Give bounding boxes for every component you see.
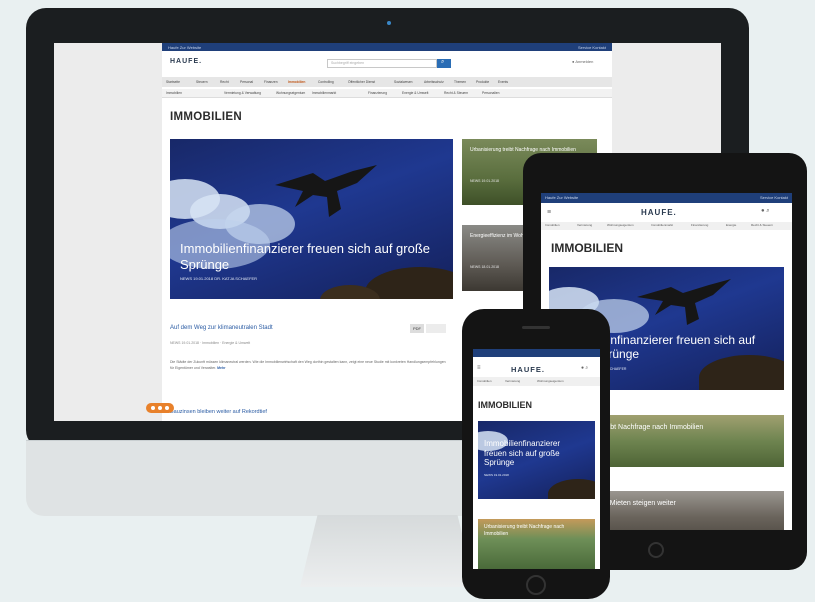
hero-headline[interactable]: Immobilienfinanzierer freuen sich auf gr… [180, 241, 440, 273]
chat-dot [158, 406, 162, 410]
tablet-nav-item[interactable]: Vermietung [577, 223, 592, 227]
monitor-stand [300, 515, 475, 587]
tablet-nav-item[interactable]: Immobilien [545, 223, 560, 227]
phone-nav-item[interactable]: Wohnungseigentum [537, 379, 564, 383]
tablet-topbar-right[interactable]: Service Kontakt [760, 195, 788, 200]
phone-nav-item[interactable]: Vermietung [505, 379, 520, 383]
article-title[interactable]: Auf dem Weg zur klimaneutralen Stadt [170, 325, 273, 331]
nav-item[interactable]: Recht [220, 80, 229, 84]
phone-hero-teaser[interactable]: Immobilienfinanzierer freuen sich auf gr… [478, 421, 595, 499]
tablet-nav-item[interactable]: Wohnungseigentum [607, 223, 634, 227]
phone-home-button [526, 575, 546, 595]
user-label: Anmelden [575, 59, 594, 64]
phone-teaser-card[interactable]: Urbanisierung treibt Nachfrage nach Immo… [478, 519, 595, 569]
subnav-item[interactable]: Immobilienmarkt [312, 91, 336, 95]
phone-speaker [522, 326, 550, 329]
badge-placeholder [426, 324, 446, 333]
subnav-item[interactable]: Energie & Umwelt [402, 91, 428, 95]
hamburger-menu-icon[interactable]: ≡ [547, 209, 551, 216]
nav-item[interactable]: Finanzen [264, 80, 278, 84]
desktop-user-menu[interactable]: ● Anmelden [572, 59, 593, 64]
jumping-person-silhouette [275, 165, 377, 217]
tablet-logo[interactable]: HAUFE. [641, 208, 677, 217]
chat-dot [165, 406, 169, 410]
search-icon[interactable]: ⌕ [766, 208, 769, 214]
user-icon[interactable]: ● [761, 208, 765, 214]
side-teaser-meta: NEWS 18.01.2018 [470, 265, 499, 269]
phone-page-title: IMMOBILIEN [478, 400, 532, 410]
phone-nav-item[interactable]: Immobilien [477, 379, 492, 383]
subnav-item[interactable]: Recht & Steuern [444, 91, 468, 95]
phone-topbar [473, 349, 600, 357]
phone-logo[interactable]: HAUFE. [511, 365, 545, 374]
jumping-person-silhouette [637, 279, 731, 325]
nav-item[interactable]: Startseite [166, 80, 180, 84]
nav-item[interactable]: Produkte [476, 80, 489, 84]
phone-teaser-title[interactable]: Urbanisierung treibt Nachfrage nach Immo… [484, 524, 589, 537]
tablet-nav-item[interactable]: Energie [726, 223, 736, 227]
subnav-item[interactable]: Immobilien [166, 91, 182, 95]
tablet-home-button [648, 542, 664, 558]
phone-screen: ≡ HAUFE. ● ⌕ Immobilien Vermietung Wohnu… [473, 349, 600, 569]
pdf-badge[interactable]: PDF [410, 324, 424, 333]
tablet-nav-item[interactable]: Immobilienmarkt [651, 223, 673, 227]
subnav-item[interactable]: Personalien [482, 91, 499, 95]
chat-widget-button[interactable] [146, 403, 174, 413]
webcam-dot [387, 21, 391, 25]
desktop-search-button[interactable]: ⌕ [437, 59, 451, 68]
tablet-nav: Immobilien Vermietung Wohnungseigentum I… [541, 222, 792, 230]
topbar-right-link[interactable]: Service Kontakt [578, 45, 606, 50]
topbar-left-link[interactable]: Haufe Zur Website [168, 45, 201, 50]
article-body-text: Die Städte der Zukunft müssen klimaneutr… [170, 360, 446, 370]
tablet-page-title: IMMOBILIEN [551, 241, 623, 255]
search-icon: ⌕ [441, 59, 445, 65]
article-badges: PDF [410, 324, 450, 334]
side-teaser-meta: NEWS 19.01.2018 [470, 179, 499, 183]
phone-hero-meta: NEWS 19.01.2018 [484, 473, 509, 477]
page-title: IMMOBILIEN [170, 111, 242, 123]
phone-header-icons: ● ⌕ [581, 365, 588, 371]
nav-item[interactable]: Öffentlicher Dienst [348, 80, 375, 84]
nav-item[interactable]: Steuern [196, 80, 208, 84]
desktop-topbar: Haufe Zur Website Service Kontakt [162, 43, 612, 51]
hamburger-menu-icon[interactable]: ≡ [477, 365, 481, 371]
subnav-item[interactable]: Wohnungseigentum [276, 91, 305, 95]
tablet-nav-item[interactable]: Recht & Steuern [751, 223, 773, 227]
nav-item[interactable]: Arbeitsschutz [424, 80, 444, 84]
search-placeholder: Suchbegriff eingeben [331, 61, 365, 65]
phone-nav: Immobilien Vermietung Wohnungseigentum [473, 377, 600, 386]
read-more-link[interactable]: Mehr [217, 366, 225, 370]
desktop-primary-nav: Startseite Steuern Recht Personal Finanz… [162, 77, 612, 87]
nav-item[interactable]: Events [498, 80, 508, 84]
subnav-item[interactable]: Finanzierung [368, 91, 387, 95]
subnav-item[interactable]: Vermietung & Verwaltung [224, 91, 261, 95]
nav-item[interactable]: Sozialwesen [394, 80, 413, 84]
nav-item[interactable]: Personal [240, 80, 253, 84]
nav-item[interactable]: Controlling [318, 80, 334, 84]
tablet-topbar: Haufe Zur Website Service Kontakt [541, 193, 792, 203]
article-body: Die Städte der Zukunft müssen klimaneutr… [170, 359, 448, 371]
article-meta: NEWS 19.01.2018 · Immobilien · Energie &… [170, 341, 251, 345]
chat-dot [151, 406, 155, 410]
hero-teaser[interactable]: Immobilienfinanzierer freuen sich auf gr… [170, 139, 453, 299]
user-icon[interactable]: ● [581, 365, 584, 371]
desktop-search-input[interactable]: Suchbegriff eingeben [327, 59, 437, 68]
desktop-secondary-nav: Immobilien Vermietung & Verwaltung Wohnu… [162, 89, 612, 98]
nav-item[interactable]: Themen [454, 80, 466, 84]
nav-item-active[interactable]: Immobilien [288, 80, 305, 84]
tablet-header-icons: ● ⌕ [761, 208, 770, 215]
tablet-topbar-left[interactable]: Haufe Zur Website [545, 195, 578, 200]
search-icon[interactable]: ⌕ [585, 365, 588, 371]
phone-hero-headline[interactable]: Immobilienfinanzierer freuen sich auf gr… [484, 439, 584, 468]
desktop-logo[interactable]: HAUFE. [170, 58, 202, 65]
hero-meta: NEWS 19.01.2018 DR. KATJA SCHAEFER [180, 276, 258, 281]
second-article-title[interactable]: Bauzinsen bleiben weiter auf Rekordtief [170, 409, 267, 415]
rock-shape [548, 479, 595, 499]
tablet-nav-item[interactable]: Finanzierung [691, 223, 708, 227]
